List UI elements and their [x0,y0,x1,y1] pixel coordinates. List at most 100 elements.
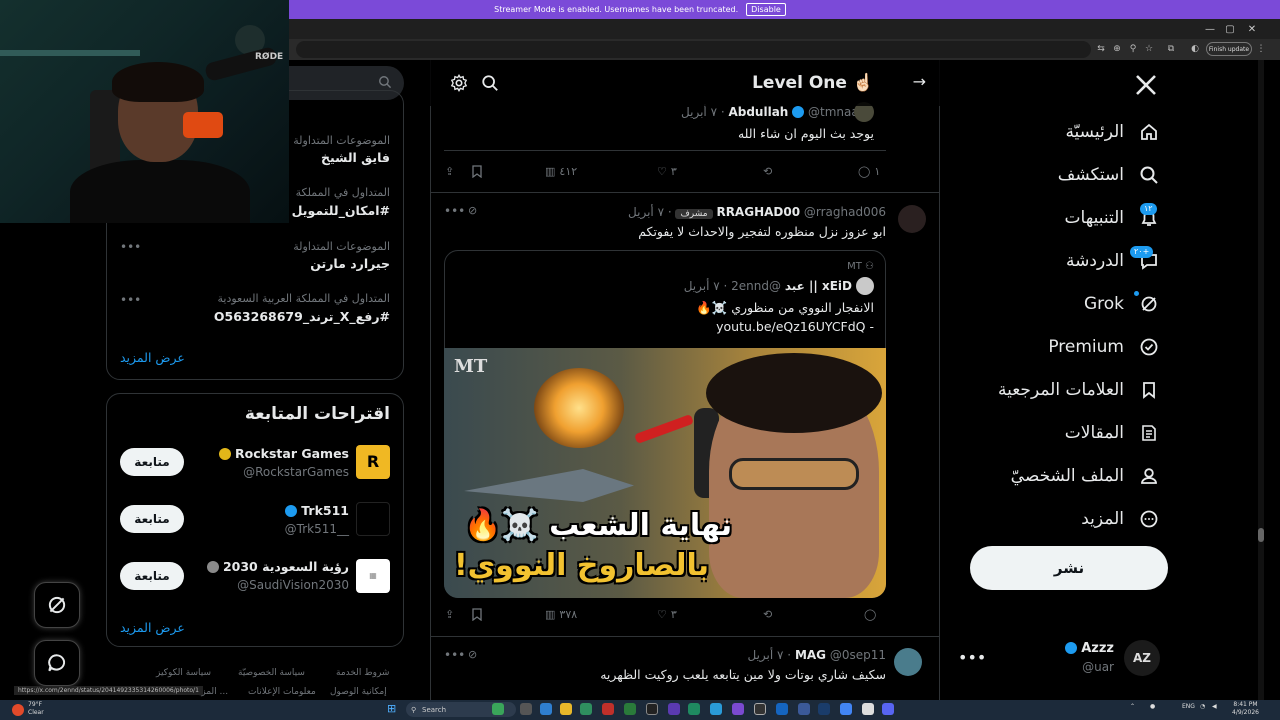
share-icon[interactable]: ⇪ [445,165,454,178]
taskbar-app-icon[interactable] [580,703,592,715]
quote-author-handle[interactable]: @2ennd [731,279,781,293]
extensions-icon[interactable]: ⧉ [1164,42,1178,56]
taskbar-app-icon[interactable] [602,703,614,715]
taskbar-app-icon[interactable] [882,703,894,715]
translate-icon[interactable]: ⇆ [1094,42,1108,56]
tweet-more-icon[interactable]: ••• [444,648,465,662]
nav-item-premium[interactable]: Premium [1048,329,1160,365]
search-icon[interactable] [481,74,499,92]
footer-link[interactable]: سياسة الخصوصيّة [238,668,305,678]
taskbar-app-icon[interactable] [754,703,766,715]
show-more-link[interactable]: عرض المزيد [120,350,185,365]
taskbar-app-icon[interactable] [776,703,788,715]
tweet-author-handle[interactable]: @rraghad006 [804,205,886,219]
quote-author-name[interactable]: xEiD || عبد [785,279,852,293]
scrollbar-track[interactable] [1258,60,1264,700]
windows-start-icon[interactable]: ⊞ [387,703,399,715]
views-count[interactable]: ▥ ٤١٢ [545,165,577,178]
like-button[interactable]: ♡ ٣ [657,608,677,621]
menu-icon[interactable]: ⋮ [1254,42,1268,56]
x-logo-icon[interactable] [1134,73,1158,97]
weather-icon[interactable] [12,704,24,716]
tweet-media-image[interactable]: MT نهاية الشعب ☠️🔥 بالصاروخ النووي! [444,348,886,598]
taskbar-app-icon[interactable] [732,703,744,715]
avatar[interactable] [898,205,926,233]
quote-link[interactable]: youtu.be/eQz16UYCFdQ - [716,319,874,334]
close-icon[interactable]: ✕ [1240,19,1264,39]
taskbar-app-icon[interactable] [624,703,636,715]
wifi-icon[interactable]: ◔ [1200,703,1205,710]
footer-link[interactable]: شروط الخدمة [336,668,389,678]
reply-button[interactable]: ◯ ١ [858,165,880,178]
avatar[interactable] [894,648,922,676]
gear-icon[interactable] [450,74,468,92]
scrollbar-thumb[interactable] [1258,528,1264,542]
magnify-icon[interactable]: ⚲ [1126,42,1140,56]
star-icon[interactable]: ☆ [1142,42,1156,56]
bookmark-icon[interactable] [471,608,483,621]
profile-icon[interactable]: ◐ [1188,42,1202,56]
taskbar-app-icon[interactable] [818,703,830,715]
footer-link[interactable]: معلومات الإعلانات [248,687,316,697]
community-icon[interactable]: ⊘ [468,648,477,661]
tweet-date[interactable]: ٧ أبريل [681,105,717,119]
taskbar-app-icon[interactable] [492,703,504,715]
views-count[interactable]: ▥ ٣٧٨ [545,608,577,621]
trend-more-icon[interactable]: ••• [120,293,141,307]
taskbar-app-icon[interactable] [540,703,552,715]
share-icon[interactable]: ⇪ [445,608,454,621]
nav-item-explore[interactable]: استكشف [1058,157,1160,193]
tweet-date[interactable]: ٧ أبريل [628,205,664,219]
taskbar-app-icon[interactable] [798,703,810,715]
quote-date[interactable]: ٧ أبريل [684,279,720,293]
avatar[interactable] [856,277,874,295]
tweet-author-name[interactable]: MAG [795,648,826,662]
tweet-author-handle[interactable]: @0sep11 [830,648,886,662]
nav-item-bookmarks[interactable]: العلامات المرجعية [998,372,1160,408]
messages-float-button[interactable] [34,640,80,686]
taskbar-clock[interactable]: 8:41 PM 4/9/2026 [1232,701,1259,717]
taskbar-app-icon[interactable] [560,703,572,715]
retweet-icon[interactable]: ⟲ [763,165,772,178]
tweet-more-icon[interactable]: ••• [444,204,465,218]
maximize-icon[interactable]: ▢ [1218,19,1242,39]
nav-item-profile[interactable]: الملف الشخصيّ [1011,458,1160,494]
follow-suggestion-name[interactable]: رؤية السعودية 2030 [206,559,349,574]
footer-link[interactable]: إمكانية الوصول [330,687,387,697]
weather-widget[interactable]: 79°F Clear [28,701,44,717]
address-bar[interactable] [296,41,1091,58]
like-button[interactable]: ♡ ٣ [657,165,677,178]
arrow-right-icon[interactable]: → [913,72,926,91]
taskbar-app-icon[interactable] [688,703,700,715]
nav-item-home[interactable]: الرئيسيّة [1065,114,1160,150]
follow-button[interactable]: متابعة [120,505,184,533]
follow-suggestion-name[interactable]: Trk511 [284,503,349,518]
reply-icon[interactable]: ◯ [864,608,876,621]
trend-more-icon[interactable]: ••• [120,240,141,254]
tray-chevron-icon[interactable]: ⌃ [1130,703,1135,710]
tweet-author-name[interactable]: RRAGHAD00 [716,205,800,219]
follow-button[interactable]: متابعة [120,448,184,476]
trend-item[interactable]: #امكان_للتمويل [292,203,390,218]
nav-item-articles[interactable]: المقالات [1065,415,1160,451]
post-button[interactable]: نشر [970,546,1168,590]
community-icon[interactable]: ⊘ [468,204,477,217]
trend-item[interactable]: فايق الشيخ [321,150,390,165]
avatar[interactable]: ▦ [356,559,390,593]
nav-item-grok[interactable]: Grok [1084,286,1160,322]
tweet-author-name[interactable]: Abdullah [728,105,788,119]
trend-item[interactable]: #رفع_X_ترند_O563268679 [214,309,390,324]
retweet-icon[interactable]: ⟲ [763,608,772,621]
zoom-icon[interactable]: ⊕ [1110,42,1124,56]
disable-streamer-mode-button[interactable]: Disable [746,3,786,16]
follow-suggestion-name[interactable]: Rockstar Games [218,446,349,461]
tray-app-icon[interactable]: ● [1150,703,1155,710]
trend-item[interactable]: جيرارد مارتن [310,256,390,271]
taskbar-app-icon[interactable] [520,703,532,715]
volume-icon[interactable]: ◀ [1212,703,1217,710]
finish-update-button[interactable]: Finish update [1206,42,1252,56]
footer-link[interactable]: سياسة الكوكيز [156,668,211,678]
taskbar-app-icon[interactable] [710,703,722,715]
taskbar-app-icon[interactable] [668,703,680,715]
bookmark-icon[interactable] [471,165,483,178]
